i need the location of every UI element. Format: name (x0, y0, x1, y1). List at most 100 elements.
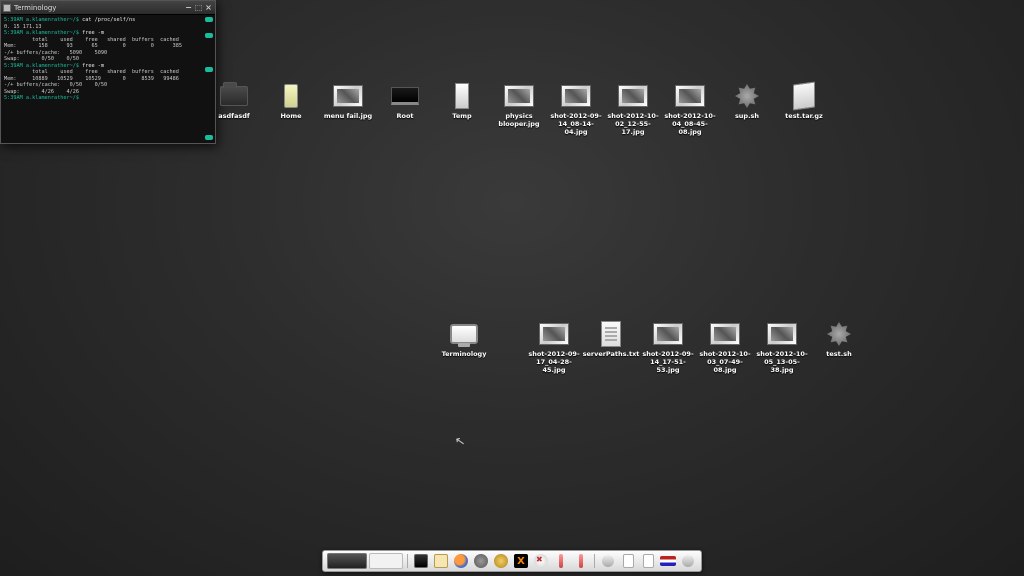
icon-label: Terminology (442, 350, 487, 358)
icon-label: asdfasdf (218, 112, 249, 120)
tray-dot[interactable] (599, 553, 617, 569)
terminal-badge-icon (205, 17, 213, 22)
temp-folder[interactable]: Temp (433, 82, 491, 120)
maximize-button[interactable]: ⬚ (194, 3, 203, 12)
tray-page[interactable] (619, 553, 637, 569)
app-gold[interactable] (492, 553, 510, 569)
icon-label: shot-2012-10-02_12-55-17.jpg (604, 112, 662, 136)
stick-app[interactable] (552, 553, 570, 569)
close-button[interactable]: × (204, 3, 213, 12)
app-gold-icon (494, 554, 508, 568)
mouse-cursor-icon: ↖ (454, 433, 466, 449)
img-icon (766, 320, 798, 348)
exec-icon (731, 82, 763, 110)
files-launcher-icon (434, 554, 448, 568)
icon-label: shot-2012-09-14_17-51-53.jpg (639, 350, 697, 374)
stick-app-2-icon (579, 554, 583, 568)
shot3-image[interactable]: shot-2012-10-04_08-45-08.jpg (661, 82, 719, 136)
stick-app-icon (559, 554, 563, 568)
shot4-image[interactable]: shot-2012-09-17_04-28-45.jpg (525, 320, 583, 374)
icon-label: test.tar.gz (785, 112, 823, 120)
terminal-titlebar[interactable]: Terminology − ⬚ × (1, 1, 215, 15)
folder-icon (218, 82, 250, 110)
home-folder[interactable]: Home (262, 82, 320, 120)
xchat-launcher-icon: X (514, 554, 528, 568)
img-icon (617, 82, 649, 110)
close-app-icon (534, 554, 548, 568)
terminal-badge-icon (205, 33, 213, 38)
tray-dot-icon (602, 555, 614, 567)
icon-label: shot-2012-09-14_08-14-04.jpg (547, 112, 605, 136)
root-folder[interactable]: Root (376, 82, 434, 120)
icon-label: shot-2012-10-05_13-05-38.jpg (753, 350, 811, 374)
icon-label: shot-2012-10-03_07-49-08.jpg (696, 350, 754, 374)
test-script[interactable]: test.sh (810, 320, 868, 358)
files-launcher[interactable] (432, 553, 450, 569)
taskbar[interactable]: X (322, 550, 702, 572)
monitor-icon (448, 320, 480, 348)
icon-label: shot-2012-10-04_08-45-08.jpg (661, 112, 719, 136)
taskbar-separator (594, 554, 595, 568)
icon-label: menu fail.jpg (324, 112, 372, 120)
settings-launcher-icon (474, 554, 488, 568)
img-icon (560, 82, 592, 110)
root-icon (389, 82, 421, 110)
terminal-launcher-icon (414, 554, 428, 568)
terminology-app[interactable]: Terminology (435, 320, 493, 358)
tray-flag[interactable] (659, 553, 677, 569)
home-icon (275, 82, 307, 110)
terminal-badge-icon (205, 67, 213, 72)
test-archive[interactable]: test.tar.gz (775, 82, 833, 120)
tray-end[interactable] (679, 553, 697, 569)
shot6-image[interactable]: shot-2012-10-03_07-49-08.jpg (696, 320, 754, 374)
asdfasdf-folder[interactable]: asdfasdf (205, 82, 263, 120)
pager[interactable] (327, 553, 367, 569)
terminal-body[interactable]: 5:39AM a.klamenrather~/$ cat /proc/self/… (1, 15, 215, 143)
xchat-launcher[interactable]: X (512, 553, 530, 569)
tray-end-icon (682, 555, 694, 567)
tray-page-2[interactable] (639, 553, 657, 569)
firefox-launcher[interactable] (452, 553, 470, 569)
shot7-image[interactable]: shot-2012-10-05_13-05-38.jpg (753, 320, 811, 374)
exec-icon (823, 320, 855, 348)
stick-app-2[interactable] (572, 553, 590, 569)
icon-label: Temp (452, 112, 471, 120)
terminal-title: Terminology (14, 4, 56, 12)
tray-flag-icon (660, 556, 676, 566)
icon-label: serverPaths.txt (583, 350, 640, 358)
terminal-launcher[interactable] (412, 553, 430, 569)
icon-label: sup.sh (735, 112, 759, 120)
minimize-button[interactable]: − (184, 3, 193, 12)
physics-blooper-image[interactable]: physics blooper.jpg (490, 82, 548, 128)
firefox-launcher-icon (454, 554, 468, 568)
terminal-app-icon (3, 4, 11, 12)
serverpaths-text[interactable]: serverPaths.txt (582, 320, 640, 358)
task-empty[interactable] (369, 553, 403, 569)
icon-label: Root (396, 112, 413, 120)
close-app[interactable] (532, 553, 550, 569)
img-icon (709, 320, 741, 348)
text-icon (595, 320, 627, 348)
shot2-image[interactable]: shot-2012-10-02_12-55-17.jpg (604, 82, 662, 136)
icon-label: test.sh (826, 350, 851, 358)
shot5-image[interactable]: shot-2012-09-14_17-51-53.jpg (639, 320, 697, 374)
icon-label: physics blooper.jpg (490, 112, 548, 128)
taskbar-separator (407, 554, 408, 568)
img-icon (538, 320, 570, 348)
terminology-window[interactable]: Terminology − ⬚ × 5:39AM a.klamenrather~… (0, 0, 216, 144)
tray-page-2-icon (643, 554, 654, 568)
img-icon (332, 82, 364, 110)
temp-icon (446, 82, 478, 110)
img-icon (674, 82, 706, 110)
icon-label: shot-2012-09-17_04-28-45.jpg (525, 350, 583, 374)
menufail-image[interactable]: menu fail.jpg (319, 82, 377, 120)
img-icon (503, 82, 535, 110)
terminal-badge-icon (205, 135, 213, 140)
tray-page-icon (623, 554, 634, 568)
img-icon (652, 320, 684, 348)
icon-label: Home (280, 112, 301, 120)
shot1-image[interactable]: shot-2012-09-14_08-14-04.jpg (547, 82, 605, 136)
archive-icon (788, 82, 820, 110)
sup-script[interactable]: sup.sh (718, 82, 776, 120)
settings-launcher[interactable] (472, 553, 490, 569)
